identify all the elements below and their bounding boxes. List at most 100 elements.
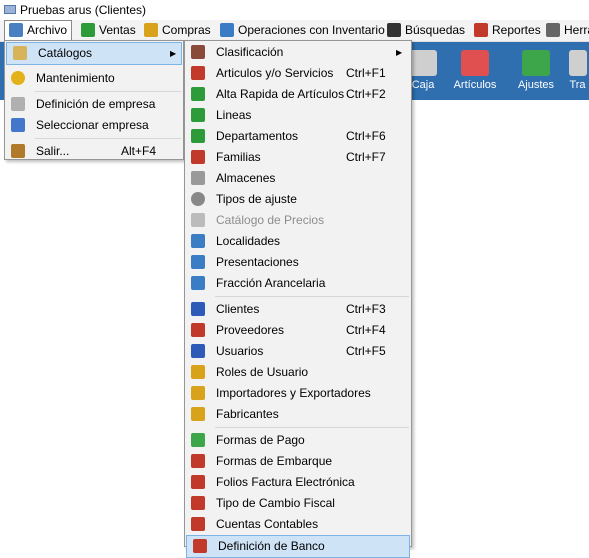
- menu-item-departamentos[interactable]: Departamentos Ctrl+F6: [185, 126, 411, 147]
- menu-item-salir[interactable]: Salir... Alt+F4: [5, 141, 183, 162]
- menu-item-definicion-banco-label: Definición de Banco: [218, 539, 325, 553]
- menu-compras-label: Compras: [162, 23, 211, 37]
- menu-item-tipos-ajuste[interactable]: Tipos de ajuste: [185, 189, 411, 210]
- menu-item-tipo-cambio-label: Tipo de Cambio Fiscal: [216, 496, 335, 510]
- menu-item-proveedores-label: Proveedores: [216, 323, 285, 337]
- menu-item-almacenes[interactable]: Almacenes: [185, 168, 411, 189]
- quick-add-icon: [191, 87, 205, 101]
- menu-item-formas-pago[interactable]: Formas de Pago: [185, 430, 411, 451]
- abc-check-icon: [461, 50, 489, 76]
- families-icon: [191, 150, 205, 164]
- toolbar-ajustes-button[interactable]: Ajustes: [511, 46, 561, 96]
- submenu-arrow-icon: ▶: [396, 48, 403, 57]
- abc-check-icon: [191, 255, 205, 269]
- menu-item-catalogo-precios[interactable]: Catálogo de Precios: [185, 210, 411, 231]
- menu-item-cuentas-contables-label: Cuentas Contables: [216, 517, 319, 531]
- menu-item-salir-label: Salir...: [36, 144, 70, 158]
- menu-item-cuentas-contables[interactable]: Cuentas Contables: [185, 514, 411, 535]
- submenu-arrow-icon: ▶: [170, 49, 177, 58]
- menu-archivo[interactable]: Archivo: [4, 20, 73, 41]
- archivo-menu: Catálogos ▶ Mantenimiento Definición de …: [4, 40, 184, 160]
- menu-item-clientes[interactable]: Clientes Ctrl+F3: [185, 299, 411, 320]
- menu-item-articulos[interactable]: Articulos y/o Servicios Ctrl+F1: [185, 63, 411, 84]
- menu-item-lineas[interactable]: Lineas: [185, 105, 411, 126]
- catalogos-menu: Clasificación ▶ Articulos y/o Servicios …: [184, 40, 412, 558]
- menu-item-mantenimiento[interactable]: Mantenimiento: [5, 68, 183, 89]
- accounts-icon: [191, 517, 205, 531]
- menu-item-familias[interactable]: Familias Ctrl+F7: [185, 147, 411, 168]
- menu-item-fabricantes[interactable]: Fabricantes: [185, 404, 411, 425]
- toolbar-tra-label: Tra: [569, 79, 586, 91]
- menu-compras[interactable]: Compras: [140, 21, 215, 40]
- menu-item-clientes-label: Clientes: [216, 302, 260, 316]
- menu-item-definicion-empresa[interactable]: Definición de empresa: [5, 94, 183, 115]
- shipping-icon: [191, 454, 205, 468]
- catalog-icon: [13, 46, 27, 60]
- menu-item-definicion-empresa-label: Definición de empresa: [36, 97, 156, 111]
- menu-item-alta-rapida-label: Alta Rapida de Artículos: [216, 87, 345, 101]
- menu-item-clientes-shortcut: Ctrl+F3: [346, 302, 386, 316]
- menu-item-importadores-label: Importadores y Exportadores: [216, 386, 371, 400]
- wrench-icon: [546, 23, 560, 37]
- menu-item-localidades[interactable]: Localidades: [185, 231, 411, 252]
- toolbar-ajustes-label: Ajustes: [517, 79, 555, 91]
- menu-item-articulos-shortcut: Ctrl+F1: [346, 66, 386, 80]
- importers-icon: [191, 386, 205, 400]
- menu-item-presentaciones-label: Presentaciones: [216, 255, 299, 269]
- menu-item-importadores[interactable]: Importadores y Exportadores: [185, 383, 411, 404]
- menu-item-catalogos[interactable]: Catálogos ▶: [6, 42, 182, 65]
- menu-item-lineas-label: Lineas: [216, 108, 252, 122]
- menu-item-alta-rapida[interactable]: Alta Rapida de Artículos Ctrl+F2: [185, 84, 411, 105]
- menu-item-fraccion-arancelaria[interactable]: Fracción Arancelaria: [185, 273, 411, 294]
- menu-item-proveedores-shortcut: Ctrl+F4: [346, 323, 386, 337]
- select-company-icon: [11, 118, 25, 132]
- menu-herramientas[interactable]: Herra: [542, 21, 589, 40]
- menu-reportes[interactable]: Reportes: [470, 21, 545, 40]
- menu-item-fabricantes-label: Fabricantes: [216, 407, 279, 421]
- menu-item-tipo-cambio[interactable]: Tipo de Cambio Fiscal: [185, 493, 411, 514]
- payment-icon: [191, 433, 205, 447]
- dollar-icon: [81, 23, 95, 37]
- menu-separator: [35, 138, 181, 139]
- exchange-icon: [191, 496, 205, 510]
- menu-separator: [215, 296, 409, 297]
- abc-check-icon: [191, 276, 205, 290]
- menu-item-definicion-banco[interactable]: Definición de Banco: [186, 535, 410, 558]
- menu-item-formas-pago-label: Formas de Pago: [216, 433, 305, 447]
- menu-item-formas-embarque[interactable]: Formas de Embarque: [185, 451, 411, 472]
- toolbar-articulos-label: Artículos: [453, 79, 497, 91]
- menu-item-mantenimiento-label: Mantenimiento: [36, 71, 115, 85]
- toolbar-articulos-button[interactable]: Artículos: [449, 46, 501, 96]
- menu-item-salir-shortcut: Alt+F4: [121, 144, 157, 158]
- menu-item-folios-factura[interactable]: Folios Factura Electrónica: [185, 472, 411, 493]
- menu-busquedas[interactable]: Búsquedas: [383, 21, 469, 40]
- clients-icon: [191, 302, 205, 316]
- window-title: Pruebas arus (Clientes): [20, 3, 147, 17]
- app-icon: [4, 5, 16, 14]
- menu-item-seleccionar-empresa[interactable]: Seleccionar empresa: [5, 115, 183, 136]
- menu-item-clasificacion[interactable]: Clasificación ▶: [185, 42, 411, 63]
- prices-icon: [191, 213, 205, 227]
- menu-item-seleccionar-empresa-label: Seleccionar empresa: [36, 118, 149, 132]
- menu-item-catalogos-label: Catálogos: [38, 46, 93, 60]
- menu-item-presentaciones[interactable]: Presentaciones: [185, 252, 411, 273]
- menu-ventas[interactable]: Ventas: [77, 21, 140, 40]
- toolbar-tra-button[interactable]: Tra: [566, 46, 589, 96]
- menu-herramientas-label: Herra: [564, 23, 589, 37]
- users-icon: [191, 344, 205, 358]
- suppliers-icon: [191, 323, 205, 337]
- gear-icon: [191, 192, 205, 206]
- invoice-icon: [191, 475, 205, 489]
- menu-item-proveedores[interactable]: Proveedores Ctrl+F4: [185, 320, 411, 341]
- menu-item-articulos-label: Articulos y/o Servicios: [216, 66, 334, 80]
- menu-item-alta-rapida-shortcut: Ctrl+F2: [346, 87, 386, 101]
- menu-item-fraccion-arancelaria-label: Fracción Arancelaria: [216, 276, 326, 290]
- menu-item-departamentos-shortcut: Ctrl+F6: [346, 129, 386, 143]
- menu-item-usuarios[interactable]: Usuarios Ctrl+F5: [185, 341, 411, 362]
- menu-item-familias-shortcut: Ctrl+F7: [346, 150, 386, 164]
- warehouse-icon: [191, 171, 205, 185]
- menu-item-roles-usuario[interactable]: Roles de Usuario: [185, 362, 411, 383]
- cash-register-icon: [409, 50, 437, 76]
- menu-item-formas-embarque-label: Formas de Embarque: [216, 454, 333, 468]
- menu-operaciones[interactable]: Operaciones con Inventario: [216, 21, 389, 40]
